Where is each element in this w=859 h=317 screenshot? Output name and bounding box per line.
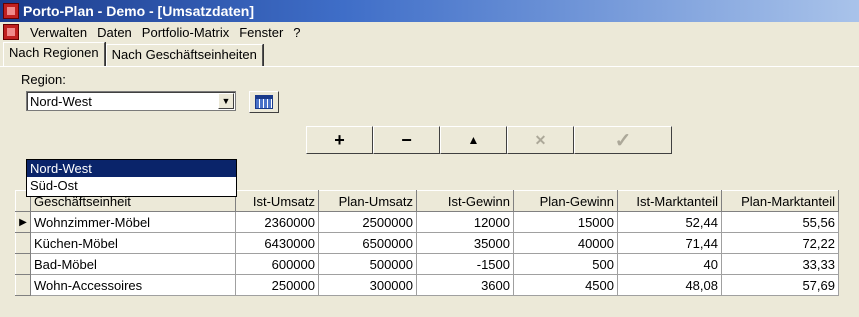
table-cell[interactable]: 250000 [235,274,319,296]
chevron-down-icon[interactable]: ▼ [218,93,234,109]
remove-button[interactable]: − [373,126,440,154]
region-option-nord-west[interactable]: Nord-West [27,160,236,177]
table-cell[interactable]: 3600 [416,274,514,296]
table-cell[interactable]: 500000 [318,253,417,275]
tab-strip: Nach Regionen Nach Geschäftseinheiten [3,42,264,66]
table-cell[interactable]: 4500 [513,274,618,296]
table-cell[interactable]: Küchen-Möbel [30,232,236,254]
table-cell[interactable]: 6430000 [235,232,319,254]
table-cell[interactable]: 300000 [318,274,417,296]
menu-verwalten[interactable]: Verwalten [25,25,92,40]
table-cell[interactable]: 72,22 [721,232,839,254]
calendar-button[interactable] [249,91,279,113]
menu-help[interactable]: ? [288,25,305,40]
table-cell[interactable]: 2500000 [318,211,417,233]
column-header[interactable]: Plan-Umsatz [318,190,417,212]
table-cell[interactable]: 52,44 [617,211,722,233]
table-cell[interactable]: 48,08 [617,274,722,296]
row-indicator[interactable] [15,232,31,254]
table-cell[interactable]: 2360000 [235,211,319,233]
table-cell[interactable]: 600000 [235,253,319,275]
checkmark-icon: ✓ [614,129,632,152]
row-indicator[interactable] [15,274,31,296]
confirm-button[interactable]: ✓ [574,126,672,154]
tab-nach-geschaeftseinheiten[interactable]: Nach Geschäftseinheiten [105,44,263,66]
table-cell[interactable]: 15000 [513,211,618,233]
triangle-up-icon: ▲ [467,133,480,147]
menu-portfolio-matrix[interactable]: Portfolio-Matrix [137,25,234,40]
up-button[interactable]: ▲ [440,126,507,154]
table-cell[interactable]: 6500000 [318,232,417,254]
column-header[interactable]: Plan-Gewinn [513,190,618,212]
column-header[interactable]: Ist-Gewinn [416,190,514,212]
menu-fenster[interactable]: Fenster [234,25,288,40]
table-cell[interactable]: 500 [513,253,618,275]
title-bar[interactable]: Porto-Plan - Demo - [Umsatzdaten] [0,0,859,22]
table-cell[interactable]: 40 [617,253,722,275]
table-cell[interactable]: 71,44 [617,232,722,254]
table-cell[interactable]: 35000 [416,232,514,254]
table-cell[interactable]: 12000 [416,211,514,233]
region-dropdown-list: Nord-West Süd-Ost [26,159,237,197]
table-cell[interactable]: Wohn-Accessoires [30,274,236,296]
tab-panel-border [0,66,859,67]
region-select[interactable]: Nord-West ▼ [26,91,236,111]
column-header[interactable]: Ist-Umsatz [235,190,319,212]
table-cell[interactable]: 33,33 [721,253,839,275]
table-cell[interactable]: Bad-Möbel [30,253,236,275]
table-cell[interactable]: 40000 [513,232,618,254]
cancel-icon: ✕ [534,131,547,148]
current-row-icon[interactable]: ▶ [15,211,31,233]
cancel-button[interactable]: ✕ [507,126,574,154]
app-icon[interactable] [3,3,19,19]
table-cell[interactable]: -1500 [416,253,514,275]
table-cell[interactable]: 55,56 [721,211,839,233]
column-header[interactable]: Plan-Marktanteil [721,190,839,212]
table-cell[interactable]: Wohnzimmer-Möbel [30,211,236,233]
table-row[interactable]: Bad-Möbel 600000 500000 -1500 500 40 33,… [15,253,839,275]
calendar-icon [255,95,273,109]
region-label: Region: [21,72,66,87]
region-option-sued-ost[interactable]: Süd-Ost [27,177,236,194]
table-row[interactable]: ▶ Wohnzimmer-Möbel 2360000 2500000 12000… [15,211,839,233]
table-row[interactable]: Küchen-Möbel 6430000 6500000 35000 40000… [15,232,839,254]
menu-daten[interactable]: Daten [92,25,137,40]
record-toolbar: + − ▲ ✕ ✓ [306,126,672,154]
add-button[interactable]: + [306,126,373,154]
table-row[interactable]: Wohn-Accessoires 250000 300000 3600 4500… [15,274,839,296]
document-icon[interactable] [3,24,19,40]
tab-nach-regionen[interactable]: Nach Regionen [3,42,105,66]
column-header[interactable]: Ist-Marktanteil [617,190,722,212]
table-cell[interactable]: 57,69 [721,274,839,296]
row-indicator[interactable] [15,253,31,275]
region-select-value: Nord-West [30,94,92,109]
data-grid[interactable]: Geschäftseinheit Ist-Umsatz Plan-Umsatz … [15,190,839,296]
menu-bar: Verwalten Daten Portfolio-Matrix Fenster… [0,22,859,42]
window-title: Porto-Plan - Demo - [Umsatzdaten] [23,3,255,19]
